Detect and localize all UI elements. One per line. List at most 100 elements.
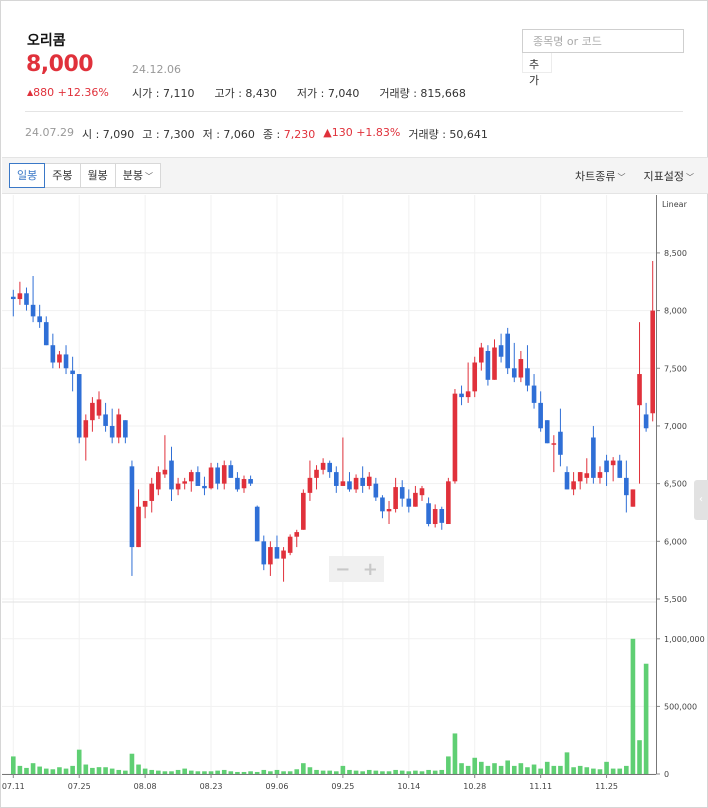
candle-body: [109, 425, 115, 438]
candle-body: [446, 481, 451, 525]
chevron-left-icon: ‹: [699, 494, 703, 505]
volume-bar: [393, 769, 398, 774]
quote-stats: 시가 : 7,110 고가 : 8,430 저가 : 7,040 거래량 : 8…: [132, 85, 466, 101]
chevron-down-icon: ﹀: [686, 173, 694, 182]
chart-type-dropdown[interactable]: 차트종류 ﹀: [575, 168, 625, 184]
volume-bar: [439, 769, 445, 774]
candle-body: [43, 322, 49, 346]
volume-bar: [624, 765, 629, 774]
volume-bar: [525, 767, 530, 774]
search-input[interactable]: [522, 29, 684, 53]
candle-body: [485, 350, 491, 380]
divider: [25, 111, 683, 112]
price-tick-label: 5,500: [664, 595, 687, 604]
candle-body: [37, 316, 42, 323]
indicator-settings-dropdown[interactable]: 지표설정 ﹀: [644, 168, 694, 184]
candle-body: [531, 385, 537, 403]
candle-body: [103, 414, 108, 426]
hover-close: 종 : 7,230: [262, 128, 316, 141]
candle-body: [380, 497, 385, 512]
volume-bar: [492, 763, 497, 774]
volume-bar: [169, 771, 174, 774]
volume-bar: [175, 769, 181, 774]
candle-body: [373, 483, 379, 498]
candle-body: [156, 472, 161, 490]
candle-body: [472, 362, 478, 392]
volume-bar: [604, 761, 609, 774]
current-price: 8,000: [26, 52, 94, 77]
candle-body: [116, 414, 122, 438]
volume-bar: [413, 770, 418, 774]
volume-bar: [314, 769, 319, 774]
candle-body: [459, 393, 464, 398]
volume-bar: [208, 771, 214, 774]
candle-body: [452, 393, 458, 482]
volume-bar: [90, 767, 95, 774]
high-stat: 고가 : 8,430: [214, 87, 277, 100]
volume-bar: [386, 771, 392, 774]
date-tick-label: 11.11: [529, 782, 552, 791]
volume-bar: [123, 770, 128, 774]
candle-body: [353, 477, 359, 490]
volume-bar: [17, 765, 23, 774]
add-button[interactable]: 추가: [522, 53, 552, 87]
volume-bar: [50, 769, 56, 774]
candle-body: [399, 487, 405, 499]
candlestick-chart[interactable]: 8,500 8,000 7,500 7,000 6,500 6,000 5,500 1,000…: [2, 195, 708, 807]
date-tick-label: 11.25: [595, 782, 618, 791]
volume-bar: [406, 771, 412, 774]
candle-body: [96, 399, 102, 416]
volume-tick-label: 0: [664, 770, 669, 779]
tab-weekly[interactable]: 주봉: [44, 163, 81, 188]
volume-bar: [142, 768, 148, 774]
hover-low: 저 : 7,060: [202, 128, 255, 141]
candle-body: [63, 354, 69, 369]
candle-body: [254, 506, 260, 542]
candle-body: [142, 500, 148, 507]
volume-bar: [96, 767, 102, 774]
candle-body: [188, 472, 194, 482]
stock-name: 오리콤: [27, 33, 66, 49]
candle-body: [479, 347, 484, 363]
candle-body: [643, 414, 649, 429]
candle-body: [584, 473, 590, 478]
tab-monthly[interactable]: 월봉: [79, 163, 116, 188]
hover-high: 고 : 7,300: [142, 128, 195, 141]
chart-area[interactable]: 8,500 8,000 7,500 7,000 6,500 6,000 5,500 1,000…: [2, 195, 708, 807]
volume-bar: [30, 763, 36, 774]
volume-bar: [136, 764, 141, 774]
candle-body: [10, 296, 16, 300]
volume-bar: [333, 771, 339, 774]
chart-toolbar: 일봉 주봉 월봉 분봉 ﹀ 차트종류 ﹀ 지표설정 ﹀: [2, 157, 708, 194]
volume-bar: [399, 770, 405, 774]
volume-bar: [630, 638, 636, 774]
candle-body: [571, 481, 576, 490]
candle-body: [228, 465, 234, 478]
volume-bar: [479, 761, 484, 774]
candle-body: [241, 479, 247, 489]
volume-bar: [347, 769, 352, 774]
volume-bar: [182, 768, 187, 774]
volume-bar: [149, 769, 155, 774]
volume-bar: [577, 765, 583, 774]
volume-bar: [505, 760, 510, 774]
volume-bar: [591, 768, 596, 774]
tab-daily[interactable]: 일봉: [9, 163, 46, 188]
volume-bar: [571, 767, 576, 774]
candle-body: [597, 472, 603, 478]
candle-body: [175, 483, 181, 490]
volume-bar: [241, 771, 247, 774]
zoom-in-button[interactable]: +: [363, 559, 378, 580]
candle-body: [57, 354, 62, 363]
candle-body: [261, 541, 267, 565]
candle-body: [604, 460, 609, 473]
side-panel-toggle[interactable]: ‹: [694, 480, 708, 520]
candle-body: [538, 402, 543, 429]
candle-body: [333, 472, 339, 486]
volume-stat: 거래량 : 815,668: [379, 87, 466, 100]
tab-minute[interactable]: 분봉 ﹀: [114, 163, 161, 188]
volume-bar: [472, 757, 478, 774]
volume-bar: [538, 768, 543, 774]
candle-body: [577, 472, 583, 482]
zoom-out-button[interactable]: −: [335, 559, 350, 580]
